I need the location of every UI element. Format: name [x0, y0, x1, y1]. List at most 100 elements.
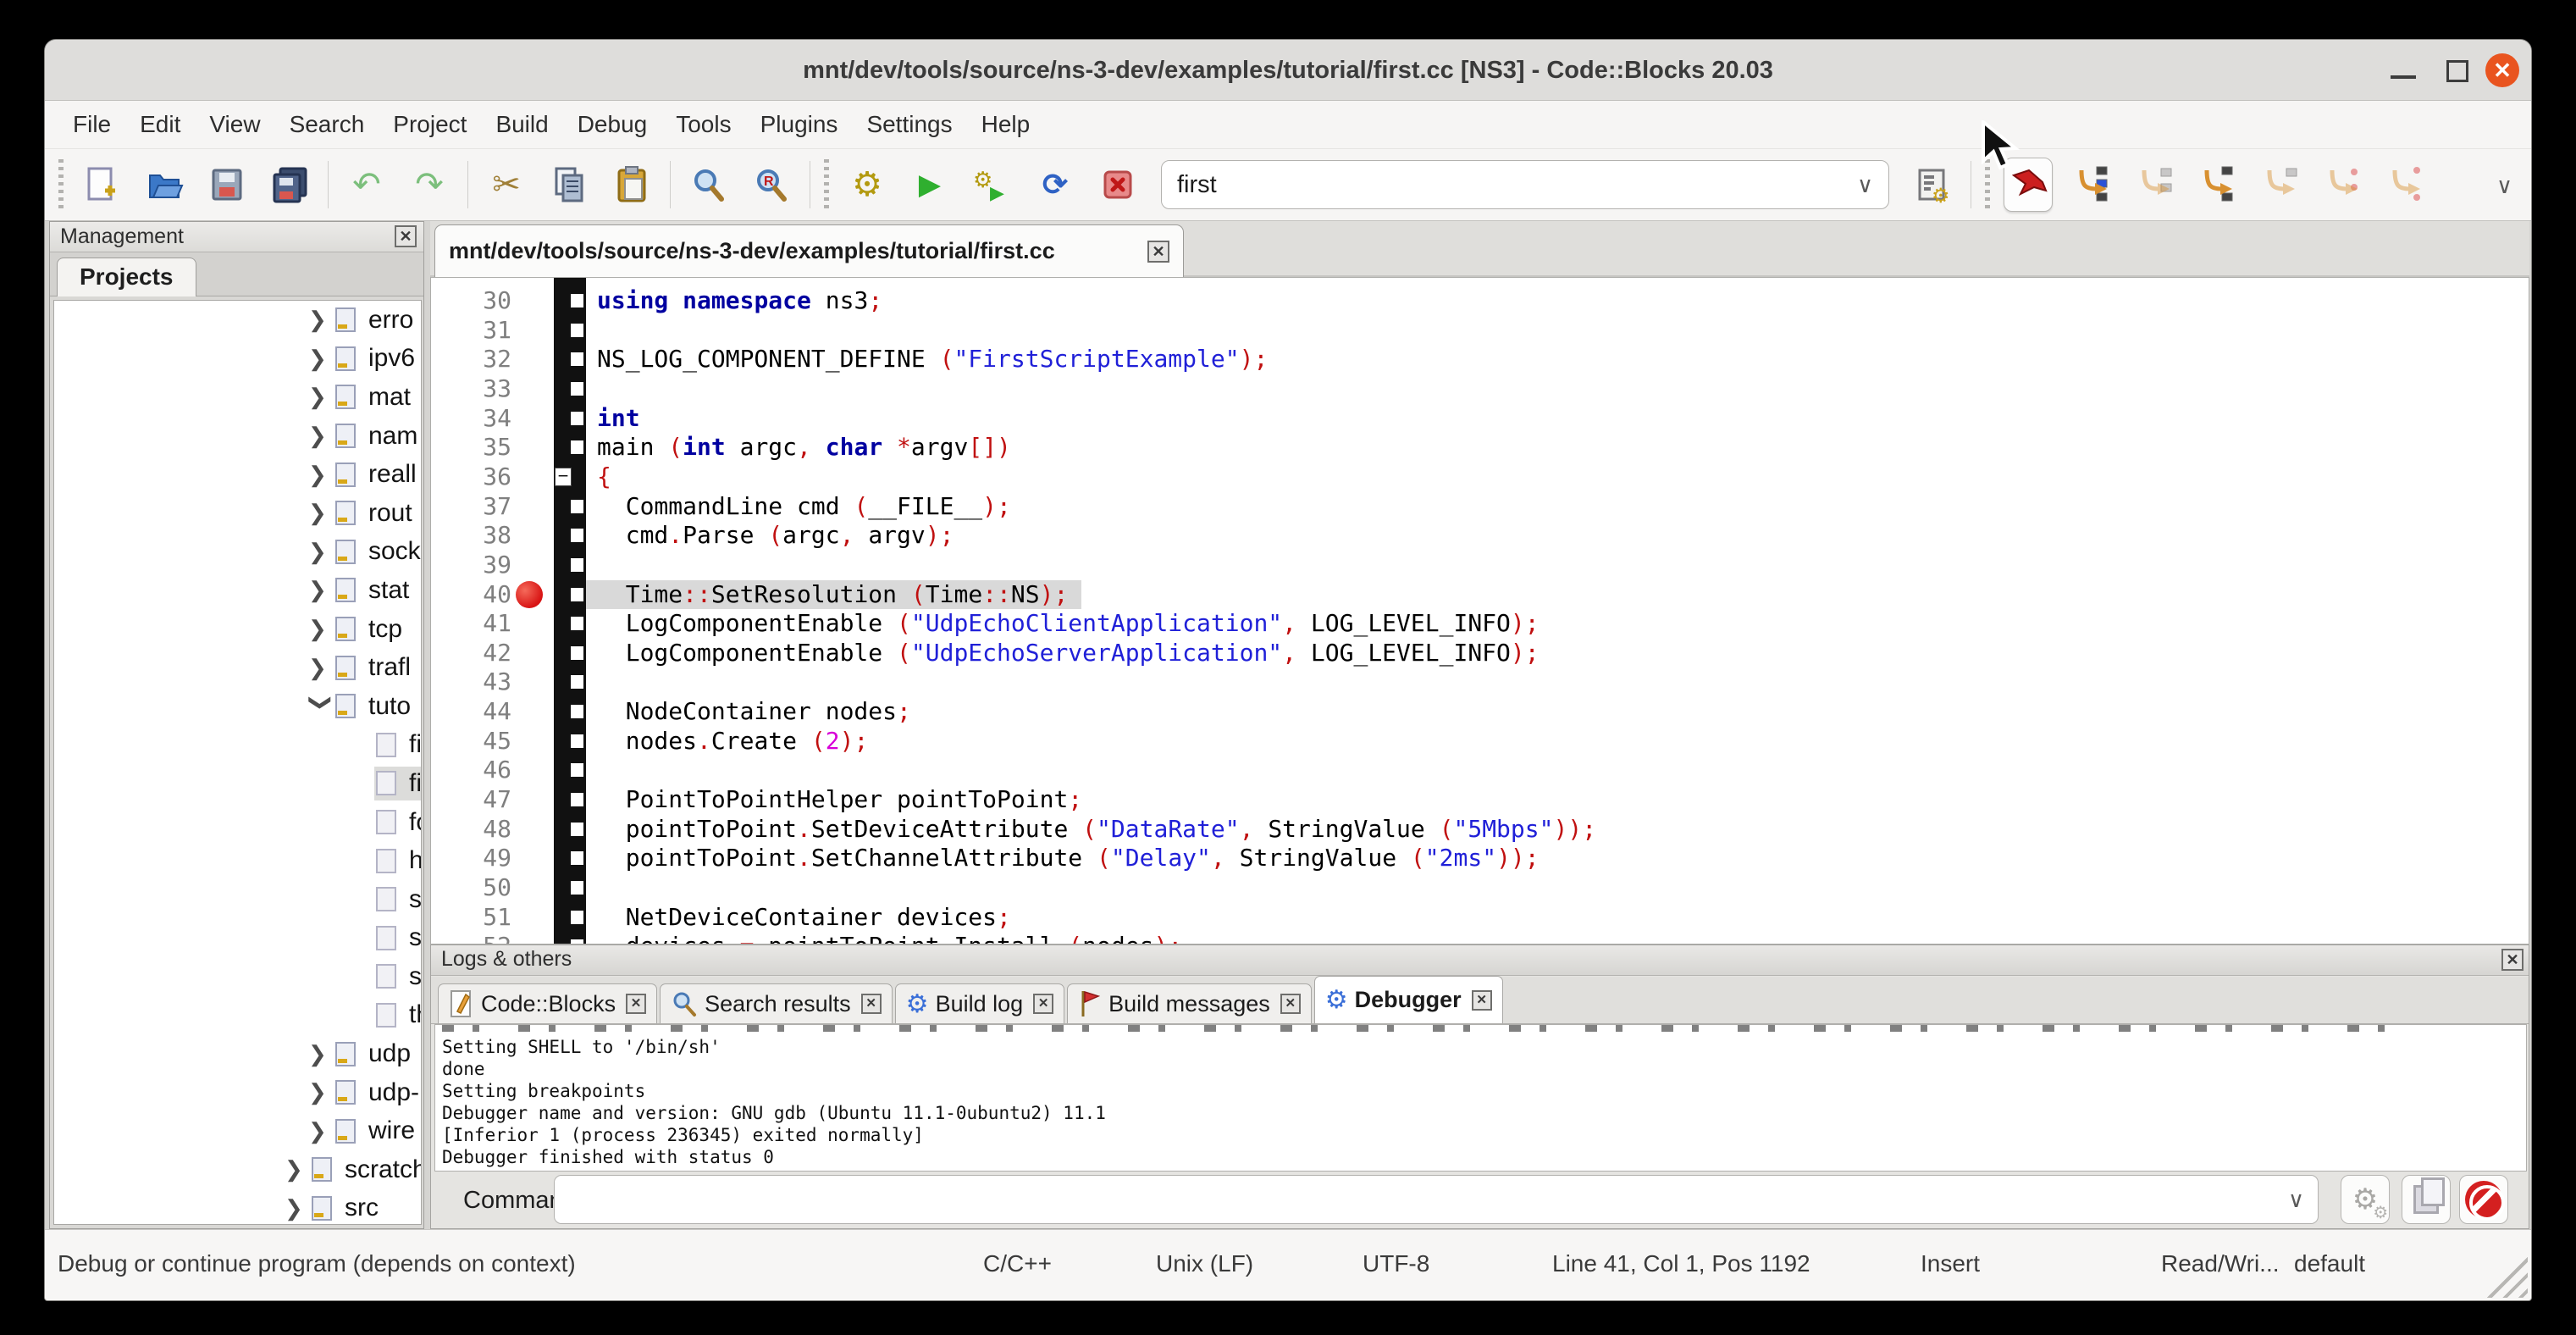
new-file-icon[interactable]	[82, 165, 121, 204]
rebuild-icon[interactable]: ⟳	[1036, 165, 1075, 204]
log-tab-close-icon[interactable]: ✕	[1033, 994, 1053, 1014]
abort-icon[interactable]	[1098, 165, 1137, 204]
log-tab-build-messages[interactable]: Build messages✕	[1067, 983, 1312, 1023]
debugger-log[interactable]: Setting SHELL to '/bin/sh'doneSetting br…	[434, 1024, 2527, 1172]
tree-item-six[interactable]: six	[54, 957, 421, 996]
find-icon[interactable]	[689, 165, 728, 204]
menu-help[interactable]: Help	[967, 111, 1045, 138]
menu-project[interactable]: Project	[379, 111, 481, 138]
tree-item-fo[interactable]: fo	[54, 803, 421, 842]
build-icon[interactable]: ⚙	[848, 165, 887, 204]
incremental-search-options-icon[interactable]: ⚙	[1913, 165, 1952, 204]
log-tab-close-icon[interactable]: ✕	[861, 994, 882, 1014]
save-all-icon[interactable]	[270, 165, 309, 204]
cut-icon[interactable]: ✂	[487, 165, 526, 204]
chevron-down-icon[interactable]: ∨	[1857, 172, 1873, 198]
chevron-right-icon[interactable]: ❯	[308, 462, 334, 488]
tree-item-trafl[interactable]: ❯trafl	[54, 648, 421, 687]
tree-item-tcp[interactable]: ❯tcp	[54, 610, 421, 649]
menu-file[interactable]: File	[58, 111, 125, 138]
log-tab-build-log[interactable]: ⚙Build log✕	[895, 983, 1064, 1023]
copy-log-button[interactable]	[2402, 1175, 2451, 1224]
management-close-icon[interactable]: ✕	[395, 225, 417, 247]
tree-item-tuto[interactable]: ❯tuto	[54, 687, 421, 726]
fold-margin[interactable]	[554, 278, 586, 944]
run-to-cursor-icon[interactable]	[2071, 165, 2110, 204]
chevron-down-icon[interactable]: ❯	[308, 694, 334, 719]
chevron-right-icon[interactable]: ❯	[308, 307, 334, 333]
editor-tab-close-icon[interactable]: ✕	[1147, 241, 1169, 263]
tree-item-he[interactable]: he	[54, 841, 421, 880]
fold-collapse-icon[interactable]: −	[555, 468, 572, 486]
title-bar[interactable]: mnt/dev/tools/source/ns-3-dev/examples/t…	[45, 40, 2531, 101]
chevron-right-icon[interactable]: ❯	[308, 577, 334, 603]
tree-item-mat[interactable]: ❯mat	[54, 378, 421, 417]
chevron-right-icon[interactable]: ❯	[308, 346, 334, 372]
save-icon[interactable]	[207, 165, 246, 204]
step-out-icon[interactable]	[2259, 165, 2298, 204]
redo-icon[interactable]: ↷	[410, 165, 449, 204]
editor-tab-first-cc[interactable]: mnt/dev/tools/source/ns-3-dev/examples/t…	[434, 224, 1184, 277]
undo-icon[interactable]: ↶	[347, 165, 386, 204]
resize-grip[interactable]	[2479, 1249, 2528, 1298]
code-editor[interactable]: 30using namespace ns3;3132NS_LOG_COMPONE…	[430, 277, 2529, 944]
tree-item-erro[interactable]: ❯erro	[54, 301, 421, 340]
tree-item-sock[interactable]: ❯sock	[54, 533, 421, 572]
menu-settings[interactable]: Settings	[852, 111, 966, 138]
step-into-icon[interactable]	[2197, 165, 2236, 204]
paste-icon[interactable]	[612, 165, 651, 204]
tab-projects[interactable]: Projects	[57, 258, 196, 296]
tree-item-fif[interactable]: fif	[54, 726, 421, 765]
menu-tools[interactable]: Tools	[661, 111, 745, 138]
chevron-down-icon[interactable]: ∨	[2288, 1187, 2304, 1213]
menu-view[interactable]: View	[195, 111, 274, 138]
open-file-icon[interactable]	[145, 165, 184, 204]
log-tab-close-icon[interactable]: ✕	[1280, 994, 1301, 1014]
maximize-button[interactable]	[2446, 60, 2468, 82]
tree-item-stat[interactable]: ❯stat	[54, 571, 421, 610]
tree-item-src[interactable]: ❯src	[54, 1189, 421, 1225]
tree-item-udp-[interactable]: ❯udp-	[54, 1073, 421, 1112]
clear-log-button[interactable]	[2459, 1175, 2508, 1224]
menu-build[interactable]: Build	[481, 111, 562, 138]
tree-item-se[interactable]: se	[54, 919, 421, 958]
run-icon[interactable]: ▶	[910, 165, 949, 204]
tree-item-ipv6[interactable]: ❯ipv6	[54, 340, 421, 379]
chevron-right-icon[interactable]: ❯	[308, 500, 334, 526]
tree-item-reall[interactable]: ❯reall	[54, 455, 421, 494]
log-tab-close-icon[interactable]: ✕	[1472, 990, 1492, 1011]
chevron-right-icon[interactable]: ❯	[308, 655, 334, 681]
chevron-right-icon[interactable]: ❯	[308, 1118, 334, 1144]
command-input[interactable]: ∨	[554, 1175, 2319, 1224]
toolbar-overflow-chevron-icon[interactable]: ∨	[2496, 173, 2512, 199]
step-into-instruction-icon[interactable]	[2385, 165, 2424, 204]
tree-item-fir[interactable]: fir	[54, 764, 421, 803]
menu-search[interactable]: Search	[275, 111, 379, 138]
copy-icon[interactable]	[550, 165, 589, 204]
replace-icon[interactable]: R	[752, 165, 791, 204]
close-button[interactable]: ✕	[2485, 53, 2519, 87]
chevron-right-icon[interactable]: ❯	[308, 384, 334, 410]
next-line-icon[interactable]	[2134, 165, 2173, 204]
chevron-right-icon[interactable]: ❯	[308, 423, 334, 449]
menu-plugins[interactable]: Plugins	[746, 111, 853, 138]
build-and-run-icon[interactable]: ⚙▶	[973, 165, 1012, 204]
chevron-right-icon[interactable]: ❯	[308, 616, 334, 642]
tree-item-scratch[interactable]: ❯scratch	[54, 1150, 421, 1189]
chevron-right-icon[interactable]: ❯	[285, 1195, 310, 1221]
menu-edit[interactable]: Edit	[125, 111, 195, 138]
tree-item-se[interactable]: se	[54, 880, 421, 919]
chevron-right-icon[interactable]: ❯	[308, 539, 334, 565]
tree-item-rout[interactable]: ❯rout	[54, 494, 421, 533]
toolbar-gripper[interactable]	[824, 159, 829, 210]
next-instruction-icon[interactable]	[2322, 165, 2361, 204]
breakpoint-marker[interactable]	[516, 581, 543, 608]
incremental-search-combo[interactable]: first ∨	[1161, 160, 1889, 209]
debugger-settings-button[interactable]: ⚙	[2341, 1175, 2390, 1224]
minimize-button[interactable]	[2391, 75, 2416, 79]
tree-item-nam[interactable]: ❯nam	[54, 417, 421, 456]
log-tab-code-blocks[interactable]: Code::Blocks✕	[438, 983, 657, 1023]
chevron-right-icon[interactable]: ❯	[285, 1156, 310, 1183]
menu-debug[interactable]: Debug	[563, 111, 662, 138]
log-tab-search-results[interactable]: Search results✕	[660, 983, 893, 1023]
